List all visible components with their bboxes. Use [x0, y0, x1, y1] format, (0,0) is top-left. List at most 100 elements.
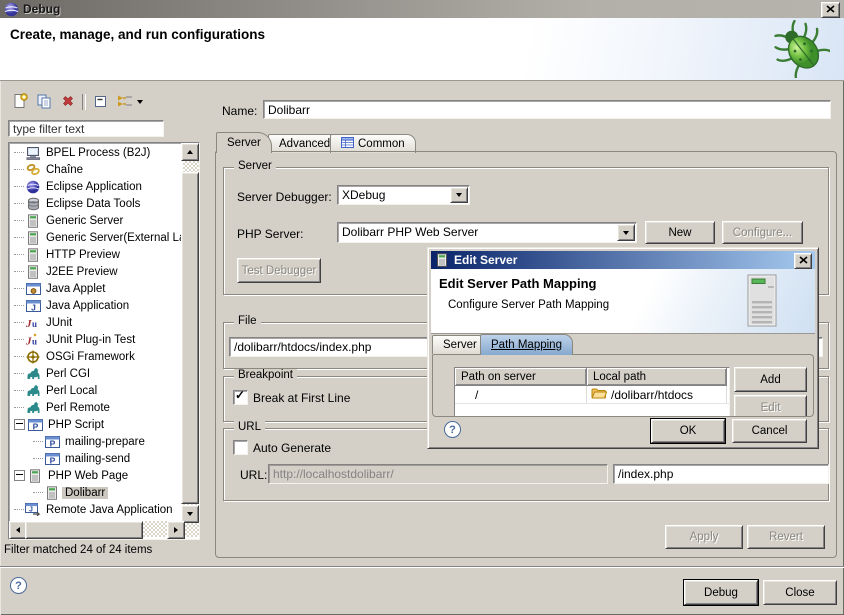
window-titlebar: Debug — [0, 0, 844, 18]
path-mapping-table-header: Path on serverLocal path — [455, 368, 729, 386]
new-server-button[interactable]: New — [645, 221, 715, 244]
ok-button[interactable]: OK — [651, 419, 725, 443]
path-on-server-cell: / — [455, 386, 587, 403]
server-icon — [25, 213, 41, 228]
edit-mapping-button[interactable]: Edit — [734, 395, 807, 417]
path-mapping-table[interactable]: Path on serverLocal path //dolibarr/htdo… — [454, 367, 730, 417]
duplicate-config-button[interactable] — [34, 92, 54, 112]
tree-item-bpel-process-b2j[interactable]: BPEL Process (B2J) — [10, 144, 182, 161]
delete-config-button[interactable] — [58, 92, 78, 112]
svg-text:J: J — [31, 302, 36, 312]
tree-item-eclipse-data-tools[interactable]: Eclipse Data Tools — [10, 195, 182, 212]
collapse-all-button[interactable] — [90, 92, 110, 112]
window-close-button[interactable] — [821, 2, 840, 18]
tree-item-perl-remote[interactable]: Perl Remote — [10, 399, 182, 416]
table-icon — [341, 137, 354, 151]
name-input[interactable] — [263, 100, 831, 119]
arrow-right-icon — [174, 527, 178, 533]
tree-item-label: Perl Remote — [43, 402, 113, 414]
tree-item-java-applet[interactable]: Java Applet — [10, 280, 182, 297]
apply-button[interactable]: Apply — [665, 525, 743, 549]
tree-item-junit-plug-in-test[interactable]: JuJUnit Plug-in Test — [10, 331, 182, 348]
configure-server-button[interactable]: Configure... — [722, 221, 803, 244]
collapse-expander-icon[interactable] — [14, 470, 25, 481]
dialog-heading: Edit Server Path Mapping — [439, 276, 596, 291]
dialog-close-button[interactable] — [794, 253, 812, 269]
tree-hscrollbar-thumb[interactable] — [25, 521, 143, 539]
auto-generate-checkbox[interactable] — [233, 440, 248, 455]
tree-item-perl-local[interactable]: Perl Local — [10, 382, 182, 399]
debug-configurations-window: Debug Create, manage, and run configurat… — [0, 0, 844, 615]
edit-server-title: Edit Server — [454, 253, 517, 267]
dialog-tab-path-mapping-label: Path Mapping — [491, 339, 562, 351]
tree-item-perl-cgi[interactable]: Perl CGI — [10, 365, 182, 382]
tree-item-label: Eclipse Application — [43, 181, 145, 193]
tree-item-php-web-page[interactable]: PHP Web Page — [10, 467, 182, 484]
configure-button-label: Configure... — [733, 227, 792, 239]
tree-item-remote-java-application[interactable]: JRemote Java Application — [10, 501, 182, 518]
tree-item-label: Dolibarr — [62, 487, 108, 499]
tree-item-cha-ne[interactable]: Chaîne — [10, 161, 182, 178]
tree-item-mailing-send[interactable]: Pmailing-send — [10, 450, 182, 467]
tree-item-j2ee-preview[interactable]: J2EE Preview — [10, 263, 182, 280]
close-icon — [826, 4, 835, 16]
path-mapping-row[interactable]: //dolibarr/htdocs — [455, 386, 729, 404]
scroll-up-button[interactable] — [181, 143, 199, 161]
tree-item-label: Generic Server(External La — [43, 232, 182, 244]
tree-item-label: Chaîne — [43, 164, 86, 176]
collapse-expander-icon[interactable] — [14, 419, 25, 430]
url-group-title: URL — [234, 421, 265, 433]
dropdown-button[interactable] — [450, 187, 468, 203]
help-button[interactable]: ? — [10, 577, 27, 594]
test-debugger-button[interactable]: Test Debugger — [237, 258, 321, 283]
dropdown-button[interactable] — [617, 224, 635, 241]
filter-input[interactable] — [8, 120, 164, 137]
config-tree-rows: BPEL Process (B2J) Chaîne Eclipse Applicat… — [10, 144, 182, 521]
server-icon — [25, 247, 41, 262]
add-mapping-button[interactable]: Add — [734, 367, 807, 392]
tree-item-http-preview[interactable]: HTTP Preview — [10, 246, 182, 263]
arrow-left-icon — [16, 527, 20, 533]
column-header-local-path[interactable]: Local path — [587, 368, 727, 386]
cancel-button[interactable]: Cancel — [732, 419, 807, 443]
server-icon — [434, 253, 450, 268]
close-button-label: Close — [785, 587, 814, 599]
tab-server[interactable]: Server — [216, 132, 272, 153]
url-path-input[interactable] — [613, 464, 829, 484]
tree-connector — [14, 305, 24, 307]
tree-item-generic-server-external-la[interactable]: Generic Server(External La — [10, 229, 182, 246]
tree-item-junit[interactable]: JuJUnit — [10, 314, 182, 331]
tree-item-mailing-prepare[interactable]: Pmailing-prepare — [10, 433, 182, 450]
tab-advanced-label: Advanced — [279, 138, 330, 150]
svg-text:P: P — [49, 455, 55, 465]
server-debugger-select[interactable]: XDebug — [337, 185, 470, 205]
new-config-button[interactable] — [10, 92, 30, 112]
tree-item-label: Java Applet — [43, 283, 108, 295]
close-button[interactable]: Close — [763, 580, 837, 605]
php-server-select[interactable]: Dolibarr PHP Web Server — [337, 222, 637, 243]
filter-button[interactable] — [114, 92, 134, 112]
banner-title: Create, manage, and run configurations — [10, 27, 265, 42]
column-header-path-on-server[interactable]: Path on server — [455, 368, 587, 386]
dialog-help-button[interactable]: ? — [444, 421, 461, 438]
tree-vscrollbar-thumb[interactable] — [181, 172, 199, 504]
break-first-line-checkbox[interactable] — [233, 390, 248, 405]
dialog-tab-path-mapping[interactable]: Path Mapping — [480, 334, 573, 355]
scroll-right-button[interactable] — [167, 521, 185, 539]
svg-text:P: P — [49, 438, 55, 448]
revert-button[interactable]: Revert — [747, 525, 825, 549]
tree-item-eclipse-application[interactable]: Eclipse Application — [10, 178, 182, 195]
tree-item-php-script[interactable]: PPHP Script — [10, 416, 182, 433]
ok-button-label: OK — [680, 425, 697, 437]
filter-menu-button[interactable] — [134, 92, 146, 112]
tree-item-java-application[interactable]: JJava Application — [10, 297, 182, 314]
arrow-down-icon — [187, 512, 193, 516]
edit-server-dialog: Edit Server Edit Server Path Mapping Con… — [427, 247, 819, 449]
tree-connector — [14, 509, 24, 511]
php-window-icon: P — [44, 451, 60, 466]
tree-item-dolibarr[interactable]: Dolibarr — [10, 484, 182, 501]
camel-icon — [25, 366, 41, 381]
tree-item-generic-server[interactable]: Generic Server — [10, 212, 182, 229]
debug-button[interactable]: Debug — [684, 580, 758, 605]
tree-item-osgi-framework[interactable]: OSGi Framework — [10, 348, 182, 365]
